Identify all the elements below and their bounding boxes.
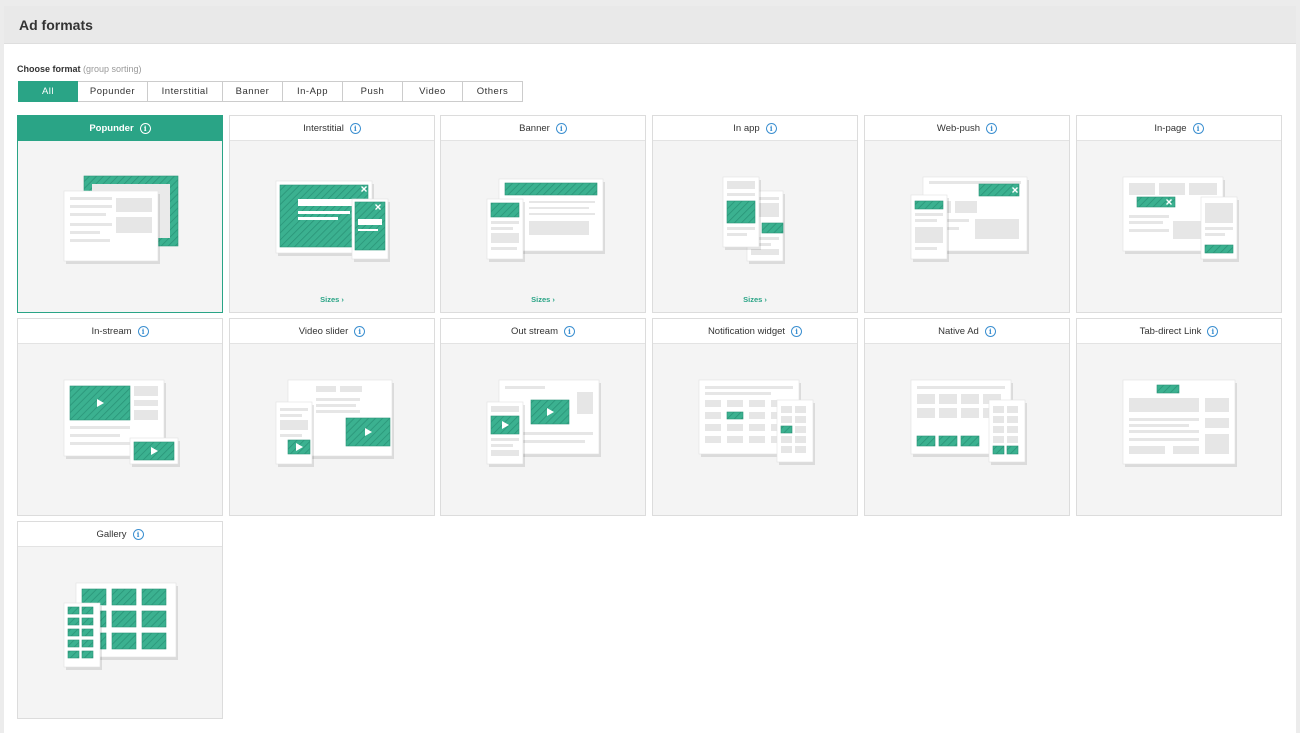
- tab-all[interactable]: All: [18, 81, 78, 102]
- info-icon[interactable]: i: [349, 122, 361, 134]
- info-icon[interactable]: i: [354, 325, 366, 337]
- format-card-header: Popunder i: [18, 116, 222, 141]
- info-icon[interactable]: i: [1207, 325, 1219, 337]
- group-sorting-hint: (group sorting): [83, 64, 142, 74]
- ad-formats-panel: Ad formats Choose format (group sorting)…: [4, 6, 1296, 733]
- info-icon[interactable]: i: [555, 122, 567, 134]
- format-card-popunder[interactable]: Popunder i: [17, 115, 223, 313]
- format-title: Notification widget: [707, 325, 786, 337]
- choose-format-label: Choose format (group sorting): [17, 64, 142, 74]
- format-card-native-ad[interactable]: Native Ad i: [864, 318, 1070, 516]
- tab-interstitial[interactable]: Interstitial: [148, 81, 223, 102]
- format-title: In-page: [1154, 122, 1187, 134]
- in-app-illustration: [722, 176, 785, 264]
- format-title: Banner: [519, 122, 550, 134]
- info-icon[interactable]: i: [986, 122, 998, 134]
- tab-video[interactable]: Video: [403, 81, 463, 102]
- out-stream-illustration: [486, 379, 601, 467]
- format-card-notification-widget[interactable]: Notification widget i: [652, 318, 858, 516]
- format-card-header: Video slider i: [230, 319, 434, 344]
- gallery-illustration: [63, 582, 178, 670]
- format-card-video-slider[interactable]: Video slider i: [229, 318, 435, 516]
- format-card-header: In app i: [653, 116, 857, 141]
- video-slider-illustration: [275, 379, 394, 467]
- format-filter-tabs: All Popunder Interstitial Banner In-App …: [18, 81, 523, 102]
- info-icon[interactable]: i: [132, 528, 144, 540]
- format-card-header: Banner i: [441, 116, 645, 141]
- format-card-web-push[interactable]: Web-push i: [864, 115, 1070, 313]
- format-title: Interstitial: [303, 122, 344, 134]
- format-title: Out stream: [511, 325, 558, 337]
- format-card-interstitial[interactable]: Interstitial i Sizes ›: [229, 115, 435, 313]
- format-title: Tab-direct Link: [1139, 325, 1202, 337]
- tab-banner[interactable]: Banner: [223, 81, 283, 102]
- tab-push[interactable]: Push: [343, 81, 403, 102]
- native-ad-illustration: [910, 379, 1027, 465]
- format-title: Web-push: [936, 122, 981, 134]
- format-title: Native Ad: [938, 325, 979, 337]
- format-card-header: In-stream i: [18, 319, 222, 344]
- choose-format-text: Choose format: [17, 64, 81, 74]
- format-title: In app: [733, 122, 760, 134]
- format-card-header: Out stream i: [441, 319, 645, 344]
- popunder-illustration: [63, 175, 179, 264]
- format-card-in-page[interactable]: In-page i: [1076, 115, 1282, 313]
- format-card-banner[interactable]: Banner i Sizes ›: [440, 115, 646, 313]
- info-icon[interactable]: i: [791, 325, 803, 337]
- info-icon[interactable]: i: [564, 325, 575, 337]
- format-card-header: Notification widget i: [653, 319, 857, 344]
- format-card-header: Interstitial i: [230, 116, 434, 141]
- format-card-header: Gallery i: [18, 522, 222, 547]
- tab-in-app[interactable]: In-App: [283, 81, 343, 102]
- format-card-tab-direct-link[interactable]: Tab-direct Link i: [1076, 318, 1282, 516]
- format-title: In-stream: [91, 325, 132, 337]
- sizes-link[interactable]: Sizes ›: [230, 295, 434, 304]
- format-title: Gallery: [96, 528, 127, 540]
- format-card-in-app[interactable]: In app i Sizes ›: [652, 115, 858, 313]
- format-card-header: Web-push i: [865, 116, 1069, 141]
- sizes-link[interactable]: Sizes ›: [441, 295, 645, 304]
- tab-others[interactable]: Others: [463, 81, 523, 102]
- info-icon[interactable]: i: [1192, 122, 1204, 134]
- format-title: Video slider: [298, 325, 349, 337]
- format-card-gallery[interactable]: Gallery i: [17, 521, 223, 719]
- page-title: Ad formats: [19, 16, 93, 33]
- tab-direct-link-illustration: [1122, 379, 1237, 467]
- notification-widget-illustration: [698, 379, 815, 465]
- format-card-header: In-page i: [1077, 116, 1281, 141]
- banner-illustration: [486, 178, 605, 262]
- format-card-header: Tab-direct Link i: [1077, 319, 1281, 344]
- format-card-in-stream[interactable]: In-stream i: [17, 318, 223, 516]
- info-icon[interactable]: i: [139, 122, 151, 134]
- in-page-illustration: [1122, 176, 1239, 262]
- sizes-link[interactable]: Sizes ›: [653, 295, 857, 304]
- panel-header: Ad formats: [4, 6, 1296, 44]
- tab-popunder[interactable]: Popunder: [78, 81, 148, 102]
- web-push-illustration: [910, 176, 1029, 262]
- format-card-out-stream[interactable]: Out stream i: [440, 318, 646, 516]
- in-stream-illustration: [63, 379, 180, 467]
- info-icon[interactable]: i: [765, 122, 777, 134]
- format-title: Popunder: [89, 122, 134, 134]
- format-card-header: Native Ad i: [865, 319, 1069, 344]
- info-icon[interactable]: i: [984, 325, 996, 337]
- info-icon[interactable]: i: [137, 325, 149, 337]
- interstitial-illustration: [275, 180, 390, 262]
